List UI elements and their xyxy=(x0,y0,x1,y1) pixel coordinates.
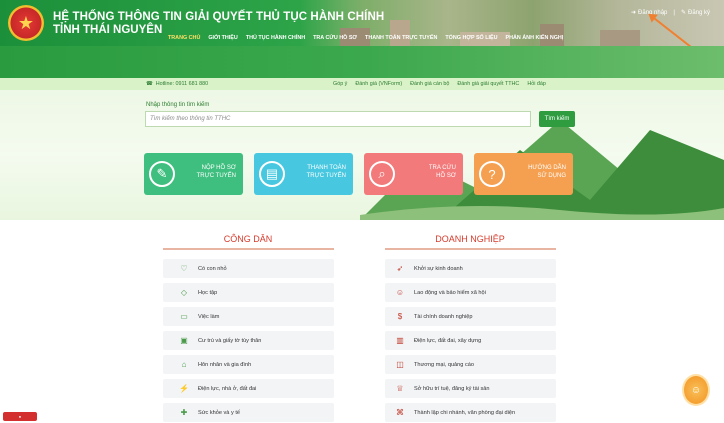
mobile-payment-icon: ▤ xyxy=(259,161,285,187)
nav-procedures[interactable]: THỦ TỤC HÀNH CHÍNH xyxy=(246,35,305,41)
search-button[interactable]: Tìm kiếm xyxy=(539,111,575,127)
certificate-icon: ♕ xyxy=(396,384,404,393)
workers-icon: ☺ xyxy=(395,288,405,297)
dollar-icon: $ xyxy=(397,312,403,321)
business-list: ➶ Khởi sự kinh doanh ☺ Lao động và bảo hiể… xyxy=(385,259,556,423)
nav-lookup[interactable]: TRA CỨU HỒ SƠ xyxy=(313,35,357,41)
link-rate-process[interactable]: Đánh giá giải quyết TTHC xyxy=(457,81,519,87)
divider: | xyxy=(673,9,675,16)
list-item[interactable]: ⌂ Hôn nhân và gia đình xyxy=(163,355,334,374)
list-item[interactable]: ◫ Thương mại, quảng cáo xyxy=(385,355,556,374)
link-vnform[interactable]: Đánh giá (VNForm) xyxy=(355,81,402,87)
id-card-icon: ▣ xyxy=(180,336,188,345)
service-tiles: ✎ NỘP HỒ SƠ TRỰC TUYẾN ▤ THANH TOÁN TRỰC T… xyxy=(144,153,573,195)
graduation-cap-icon: ◇ xyxy=(180,288,188,297)
building-icon: ▥ xyxy=(396,336,404,345)
list-item[interactable]: ⌘ Thành lập chi nhánh, văn phòng đại diện xyxy=(385,403,556,422)
business-title-underline xyxy=(385,248,556,250)
tile-user-guide[interactable]: ? HƯỚNG DẪN SỬ DỤNG xyxy=(474,153,573,195)
tile-lookup-record[interactable]: ⌕ TRA CỨU HỒ SƠ xyxy=(364,153,463,195)
list-item[interactable]: ▭ Việc làm xyxy=(163,307,334,326)
house-icon: ⌂ xyxy=(181,360,187,369)
link-faq[interactable]: Hỏi đáp xyxy=(527,81,546,87)
list-item[interactable]: ➶ Khởi sự kinh doanh xyxy=(385,259,556,278)
citizen-title: CÔNG DÂN xyxy=(223,234,273,244)
guide-icon: ? xyxy=(479,161,505,187)
document-submit-icon: ✎ xyxy=(149,161,175,187)
register-link[interactable]: ✎ Đăng ký xyxy=(680,9,710,17)
tile-online-payment[interactable]: ▤ THANH TOÁN TRỰC TUYẾN xyxy=(254,153,353,195)
login-icon: ➜ xyxy=(631,10,637,16)
list-item[interactable]: ▥ Điện lực, đất đai, xây dựng xyxy=(385,331,556,350)
nav-home[interactable]: TRANG CHỦ xyxy=(168,35,200,41)
auth-links: ➜ Đăng nhập | ✎ Đăng ký xyxy=(631,9,710,17)
list-item[interactable]: ◇ Học tập xyxy=(163,283,334,302)
health-icon: ✚ xyxy=(180,408,188,417)
search-document-icon: ⌕ xyxy=(369,161,395,187)
business-title: DOANH NGHIỆP xyxy=(435,234,505,244)
hotline[interactable]: ☎ Hotline: 0911 681 880 xyxy=(146,81,208,87)
chatbot-icon[interactable]: ☺ xyxy=(682,374,710,406)
info-bar: ☎ Hotline: 0911 681 880 Góp ý Đánh giá (… xyxy=(0,78,724,90)
search-label: Nhập thông tin tìm kiếm xyxy=(146,102,210,108)
list-item[interactable]: ▣ Cư trú và giấy tờ tùy thân xyxy=(163,331,334,350)
list-item[interactable]: $ Tài chính doanh nghiệp xyxy=(385,307,556,326)
link-feedback[interactable]: Góp ý xyxy=(333,81,347,87)
phone-icon: ☎ xyxy=(146,81,153,87)
nav-online-payment[interactable]: THANH TOÁN TRỰC TUYẾN xyxy=(365,35,437,41)
nav-feedback[interactable]: PHẢN ÁNH KIẾN NGHỊ xyxy=(506,35,564,41)
citizen-title-underline xyxy=(163,248,334,250)
citizen-list: ♡ Có con nhỏ ◇ Học tập ▭ Việc làm ▣ Cư trú v… xyxy=(163,259,334,423)
quick-links: Góp ý Đánh giá (VNForm) Đánh giá cán bộ … xyxy=(333,81,546,87)
list-item[interactable]: ♡ Có con nhỏ xyxy=(163,259,334,278)
power-icon: ⚡ xyxy=(179,384,189,393)
list-item[interactable]: ✚ Sức khỏe và y tế xyxy=(163,403,334,422)
nav-about[interactable]: GIỚI THIỆU xyxy=(208,35,237,41)
main-nav: TRANG CHỦ GIỚI THIỆU THỦ TỤC HÀNH CHÍNH … xyxy=(0,33,724,46)
list-item[interactable]: ☺ Lao động và bảo hiểm xã hội xyxy=(385,283,556,302)
site-title: HỆ THỐNG THÔNG TIN GIẢI QUYẾT THỦ TỤC HÀ… xyxy=(53,11,385,23)
rocket-icon: ➶ xyxy=(396,264,404,273)
edit-icon: ✎ xyxy=(680,10,686,16)
list-item[interactable]: ⚡ Điện lực, nhà ở, đất đai xyxy=(163,379,334,398)
search-input[interactable]: Tìm kiếm theo thông tin TTHC xyxy=(145,111,531,127)
search-hero: Nhập thông tin tìm kiếm Tìm kiếm theo th… xyxy=(0,90,724,220)
nav-band xyxy=(0,46,724,78)
briefcase-icon: ▭ xyxy=(180,312,188,321)
tile-submit-online[interactable]: ✎ NỘP HỒ SƠ TRỰC TUYẾN xyxy=(144,153,243,195)
nav-statistics[interactable]: TỔNG HỢP SỐ LIỆU xyxy=(445,35,497,41)
megaphone-icon: ◫ xyxy=(396,360,404,369)
branch-office-icon: ⌘ xyxy=(396,408,404,417)
link-rate-staff[interactable]: Đánh giá cán bộ xyxy=(410,81,449,87)
list-item[interactable]: ♕ Sở hữu trí tuệ, đăng ký tài sản xyxy=(385,379,556,398)
baby-icon: ♡ xyxy=(180,264,188,273)
accessibility-badge-icon[interactable]: ● xyxy=(3,412,37,421)
site-header: ★ HỆ THỐNG THÔNG TIN GIẢI QUYẾT THỦ TỤC … xyxy=(0,0,724,46)
